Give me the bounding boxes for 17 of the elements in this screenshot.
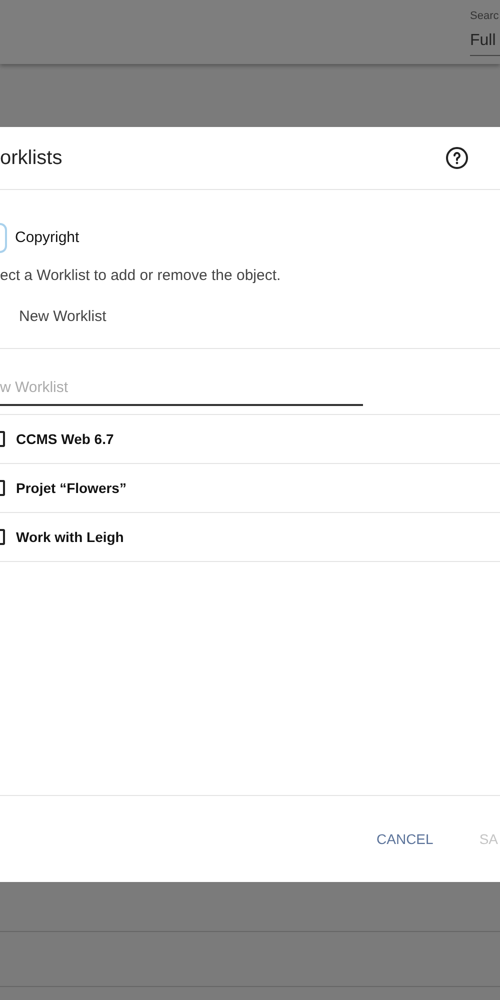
- name-input-field[interactable]: w Worklist: [0, 372, 363, 406]
- checkbox[interactable]: [0, 431, 5, 447]
- worklist-name[interactable]: Projet “Flowers”: [16, 478, 126, 498]
- dialog-title: orklists: [0, 146, 64, 171]
- worklist-name[interactable]: CCMS Web 6.7: [16, 428, 114, 450]
- instruction-text: ect a Worklist to add or remove the object.: [0, 266, 282, 286]
- field-label: Searc: [470, 9, 500, 24]
- help-icon[interactable]: [445, 146, 469, 170]
- checkbox[interactable]: [0, 480, 5, 496]
- object-icon: [0, 223, 7, 253]
- checkbox[interactable]: [0, 529, 5, 545]
- field-value: Full: [470, 30, 497, 50]
- cancel-button[interactable]: CANCEL: [376, 822, 434, 856]
- object-name: Copyright: [15, 228, 80, 248]
- worklist-name[interactable]: Work with Leigh: [16, 526, 124, 548]
- new-worklist-label[interactable]: New Worklist: [19, 306, 106, 329]
- search-field[interactable]: Searc Full: [470, 8, 500, 56]
